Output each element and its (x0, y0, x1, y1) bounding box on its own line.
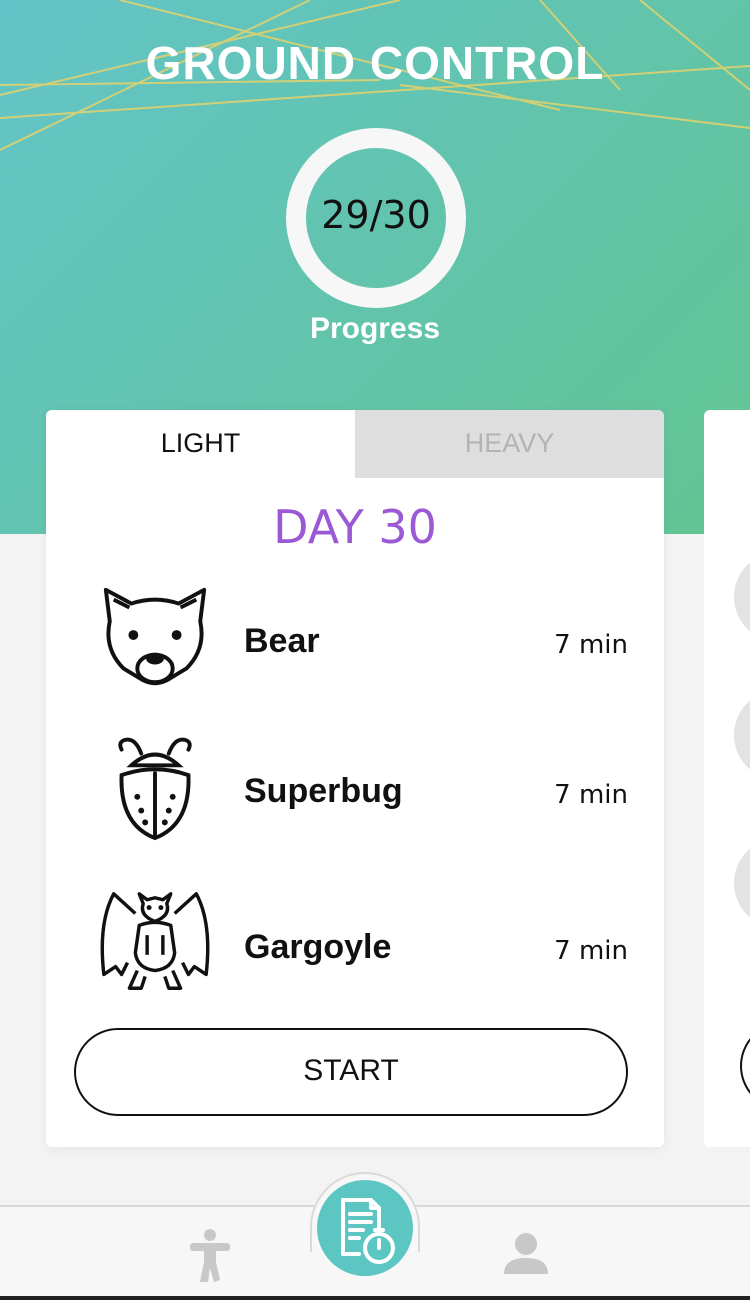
exercise-name: Superbug (244, 772, 403, 810)
peek-start-button (740, 1022, 750, 1110)
day-title: DAY 30 (273, 500, 437, 554)
bottom-edge (0, 1296, 750, 1300)
peek-exercise-thumb (734, 690, 750, 780)
exercise-item-bear[interactable]: Bear 7 min (46, 578, 664, 708)
exercise-duration: 7 min (554, 630, 628, 660)
next-card-peek[interactable] (704, 410, 750, 1147)
peek-exercise-thumb (734, 552, 750, 642)
tab-heavy[interactable]: HEAVY (355, 410, 664, 478)
bug-icon (118, 737, 192, 841)
workout-card: LIGHT HEAVY DAY 30 Bear 7 min Superbug 7… (46, 410, 664, 1147)
exercise-name: Bear (244, 622, 320, 660)
exercise-item-superbug[interactable]: Superbug 7 min (46, 726, 664, 856)
exercise-item-gargoyle[interactable]: Gargoyle 7 min (46, 884, 664, 1014)
nav-workout[interactable] (317, 1180, 413, 1276)
start-button[interactable]: START (74, 1028, 628, 1116)
exercise-duration: 7 min (554, 780, 628, 810)
gargoyle-icon (100, 892, 210, 990)
workout-timer-icon (341, 1198, 395, 1264)
progress-label: Progress (309, 312, 441, 345)
profile-icon (504, 1233, 548, 1274)
bear-icon (103, 587, 207, 686)
exercise-duration: 7 min (554, 936, 628, 966)
progress-value: 29/30 (321, 193, 431, 237)
nav-profile[interactable] (502, 1232, 550, 1276)
peek-exercise-thumb (734, 838, 750, 928)
app-title: GROUND CONTROL (145, 37, 605, 89)
exercise-name: Gargoyle (244, 928, 392, 966)
nav-exercises[interactable] (184, 1228, 236, 1284)
tab-light[interactable]: LIGHT (46, 410, 355, 478)
exercise-figure-icon (190, 1229, 230, 1282)
